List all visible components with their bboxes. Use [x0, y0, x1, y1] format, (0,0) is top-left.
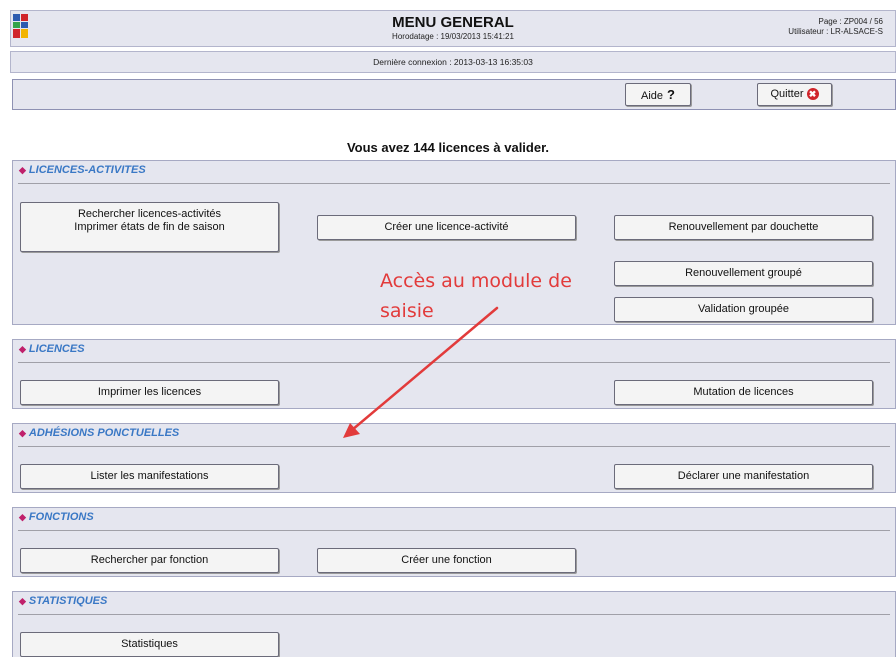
section-fonctions: ◆ FONCTIONS Rechercher par fonction Créer…: [12, 507, 896, 577]
main-menu-page: MENU GENERAL Horodatage : 19/03/2013 15:…: [0, 0, 896, 657]
annotation-line-2: saisie: [380, 300, 434, 322]
statistics-button[interactable]: Statistiques: [20, 632, 279, 657]
section-divider: [18, 362, 890, 363]
question-icon: ?: [667, 87, 675, 102]
section-title: ◆ ADHÉSIONS PONCTUELLES: [19, 427, 180, 439]
page-title: MENU GENERAL: [392, 14, 514, 31]
declare-event-button[interactable]: Déclarer une manifestation: [614, 464, 873, 489]
quit-button-label: Quitter: [770, 88, 804, 100]
section-licences: ◆ LICENCES Imprimer les licences Mutation…: [12, 339, 896, 409]
group-renewal-button[interactable]: Renouvellement groupé: [614, 261, 873, 286]
annotation-text: Accès au module de saisie: [380, 266, 572, 326]
section-title: ◆ FONCTIONS: [19, 511, 94, 523]
licence-transfer-button[interactable]: Mutation de licences: [614, 380, 873, 405]
section-adhesions-ponctuelles: ◆ ADHÉSIONS PONCTUELLES Lister les manife…: [12, 423, 896, 493]
diamond-bullet-icon: ◆: [19, 344, 26, 354]
search-licences-activites-button[interactable]: Rechercher licences-activités Imprimer é…: [20, 202, 279, 252]
diamond-bullet-icon: ◆: [19, 512, 26, 522]
toolbar: Aide? Quitter ✖: [12, 79, 896, 110]
create-function-button[interactable]: Créer une fonction: [317, 548, 576, 573]
user-label: Utilisateur : LR-ALSACE-S: [788, 27, 883, 36]
print-season-end-label: Imprimer états de fin de saison: [74, 221, 225, 233]
diamond-bullet-icon: ◆: [19, 165, 26, 175]
help-button-label: Aide: [641, 90, 664, 102]
annotation-line-1: Accès au module de: [380, 270, 572, 292]
search-by-function-button[interactable]: Rechercher par fonction: [20, 548, 279, 573]
section-divider: [18, 614, 890, 615]
section-title: ◆ LICENCES: [19, 343, 85, 355]
page-code-label: Page : ZP004 / 56: [818, 17, 884, 26]
header-bar: MENU GENERAL Horodatage : 19/03/2013 15:…: [10, 10, 896, 47]
close-icon: ✖: [806, 88, 819, 101]
pending-licences-notice: Vous avez 144 licences à valider.: [346, 140, 550, 155]
group-validation-button[interactable]: Validation groupée: [614, 297, 873, 322]
print-licences-button[interactable]: Imprimer les licences: [20, 380, 279, 405]
timestamp-label: Horodatage : 19/03/2013 15:41:21: [392, 32, 514, 41]
page-info: Page : ZP004 / 56 Utilisateur : LR-ALSAC…: [788, 17, 883, 37]
section-statistiques: ◆ STATISTIQUES Statistiques: [12, 591, 896, 657]
search-licences-activites-label: Rechercher licences-activités: [77, 208, 222, 220]
section-divider: [18, 446, 890, 447]
diamond-bullet-icon: ◆: [19, 596, 26, 606]
quit-button[interactable]: Quitter ✖: [757, 83, 832, 106]
create-licence-activite-button[interactable]: Créer une licence-activité: [317, 215, 576, 240]
section-title: ◆ STATISTIQUES: [19, 595, 108, 607]
renew-by-scanner-button[interactable]: Renouvellement par douchette: [614, 215, 873, 240]
last-connection-bar: Dernière connexion : 2013-03-13 16:35:03: [10, 51, 896, 73]
help-button[interactable]: Aide?: [625, 83, 691, 106]
diamond-bullet-icon: ◆: [19, 428, 26, 438]
section-divider: [18, 183, 890, 184]
list-events-button[interactable]: Lister les manifestations: [20, 464, 279, 489]
section-title: ◆ LICENCES-ACTIVITES: [19, 164, 146, 176]
section-divider: [18, 530, 890, 531]
